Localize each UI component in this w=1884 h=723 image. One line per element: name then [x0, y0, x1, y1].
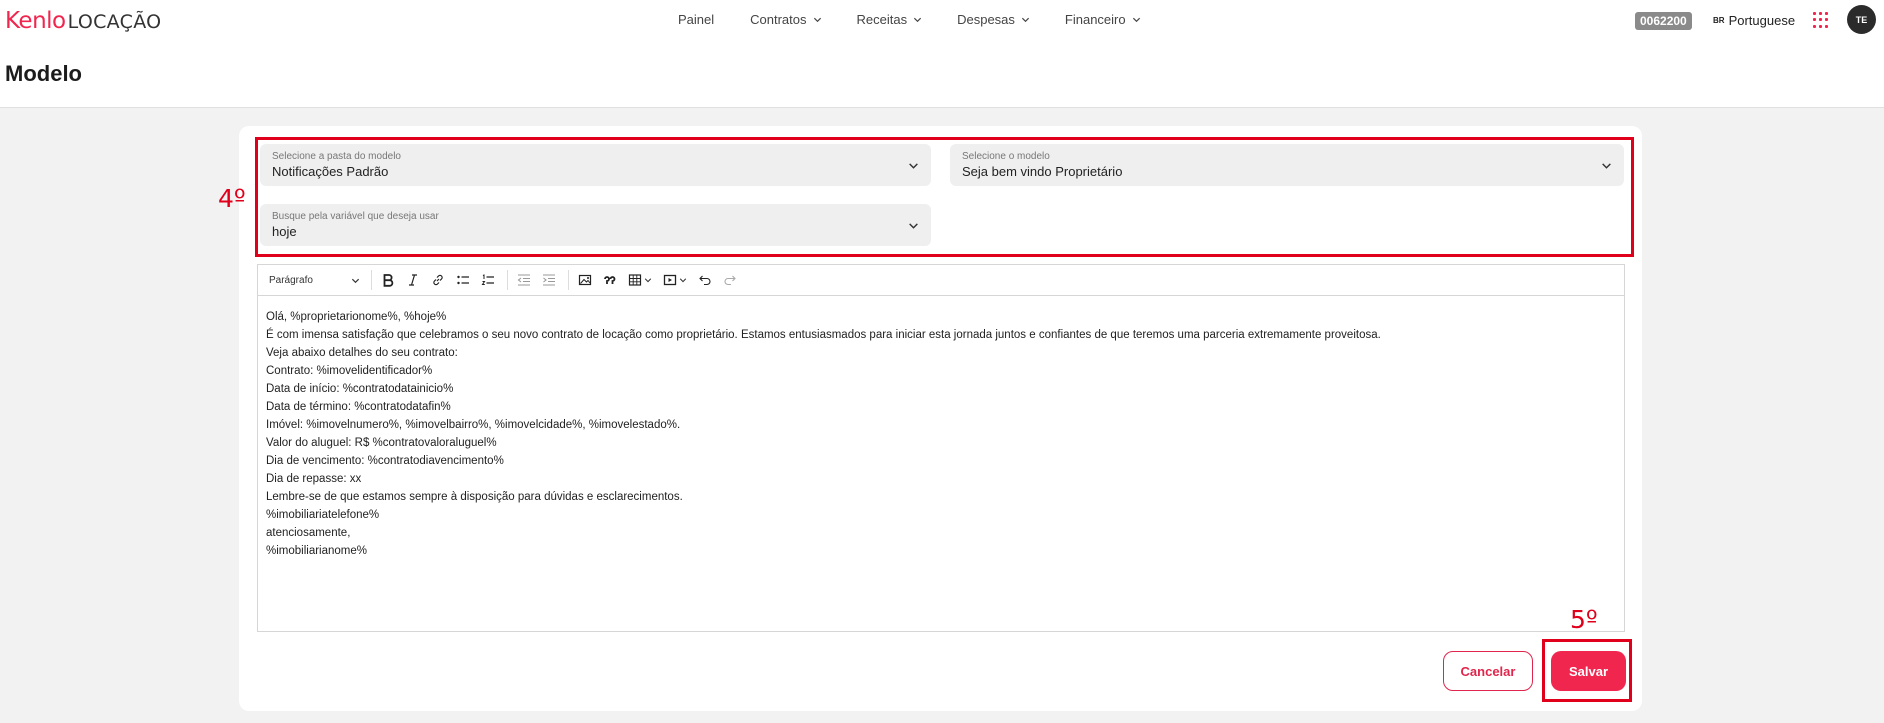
nav-label: Receitas: [856, 12, 908, 27]
folder-select-value: Notificações Padrão: [272, 164, 389, 179]
bold-button[interactable]: [377, 269, 399, 291]
editor-line: Imóvel: %imovelnumero%, %imovelbairro%, …: [266, 419, 681, 431]
flag-icon: BR: [1713, 16, 1725, 25]
folder-select[interactable]: Selecione a pasta do modelo Notificações…: [260, 144, 931, 186]
nav-label: Contratos: [750, 12, 807, 27]
link-button[interactable]: [427, 269, 449, 291]
user-avatar[interactable]: TE: [1847, 5, 1876, 34]
chevron-down-icon: [1132, 17, 1140, 23]
outdent-button[interactable]: [513, 269, 535, 291]
insert-media-button[interactable]: [659, 269, 691, 291]
editor-line: %imobiliariatelefone%: [266, 509, 380, 521]
editor-line: Olá, %proprietarionome%, %hoje%: [266, 311, 447, 323]
editor-line: atenciosamente,: [266, 527, 351, 539]
editor-line: Data de início: %contratodatainicio%: [266, 383, 454, 395]
model-select[interactable]: Selecione o modelo Seja bem vindo Propri…: [950, 144, 1624, 186]
nav-label: Despesas: [957, 12, 1015, 27]
indent-button[interactable]: [538, 269, 560, 291]
toolbar-divider: [568, 270, 569, 290]
account-code-badge[interactable]: 0062200: [1635, 12, 1692, 30]
chevron-down-icon: [914, 17, 922, 23]
variable-search-value: hoje: [272, 224, 297, 239]
variable-search-select[interactable]: Busque pela variável que deseja usar hoj…: [260, 204, 931, 246]
editor-line: %imobiliarianome%: [266, 545, 367, 557]
redo-button[interactable]: [719, 269, 741, 291]
paragraph-format-value: Parágrafo: [269, 274, 313, 286]
editor-line: Dia de vencimento: %contratodiavenciment…: [266, 455, 504, 467]
logo-product: LOCAÇÃO: [67, 11, 162, 33]
chevron-down-icon: [813, 17, 821, 23]
variable-search-label: Busque pela variável que deseja usar: [272, 211, 439, 222]
redo-icon: [724, 275, 736, 286]
nav-despesas[interactable]: Despesas: [957, 12, 1030, 27]
quote-icon: [604, 276, 616, 284]
step-4-annotation: 4º: [218, 184, 246, 213]
insert-image-button[interactable]: [574, 269, 596, 291]
folder-select-label: Selecione a pasta do modelo: [272, 151, 401, 162]
title-bar: Modelo: [0, 42, 1884, 108]
nav-label: Financeiro: [1064, 12, 1126, 27]
editor-line: Lembre-se de que estamos sempre à dispos…: [266, 491, 683, 503]
kenlo-logo[interactable]: Kenlo LOCAÇÃO: [5, 8, 162, 34]
chevron-down-icon: [644, 278, 652, 283]
paragraph-format-select[interactable]: Parágrafo: [266, 269, 366, 291]
apps-grid-icon[interactable]: [1813, 12, 1829, 28]
bulleted-list-icon: [457, 275, 469, 285]
insert-table-button[interactable]: [624, 269, 656, 291]
language-selector[interactable]: BR Portuguese: [1713, 13, 1795, 28]
editor-toolbar: Parágrafo: [258, 265, 1624, 296]
toolbar-divider: [371, 270, 372, 290]
main-nav: Painel Contratos Receitas Despesas Finan…: [678, 12, 1176, 27]
logo-brand: Kenlo: [5, 8, 66, 34]
indent-icon: [543, 274, 555, 286]
table-icon: [628, 274, 642, 286]
outdent-icon: [517, 274, 530, 286]
step-5-annotation: 5º: [1570, 605, 1598, 634]
chevron-down-icon: [1602, 163, 1611, 169]
nav-painel[interactable]: Painel: [678, 12, 714, 27]
bold-icon: [383, 274, 394, 287]
chevron-down-icon: [1021, 17, 1029, 23]
nav-receitas[interactable]: Receitas: [857, 12, 923, 27]
chevron-down-icon: [909, 223, 918, 229]
link-icon: [433, 274, 443, 286]
bulleted-list-button[interactable]: [452, 269, 474, 291]
undo-button[interactable]: [694, 269, 716, 291]
chevron-down-icon: [909, 163, 918, 169]
rich-text-editor: Parágrafo Olá, %proprietarionome%, %hoje…: [257, 264, 1625, 632]
editor-line: Valor do aluguel: R$ %contratovaloralugu…: [266, 437, 497, 449]
editor-line: Data de término: %contratodatafin%: [266, 401, 451, 413]
save-button[interactable]: Salvar: [1551, 651, 1626, 691]
block-quote-button[interactable]: [599, 269, 621, 291]
cancel-button[interactable]: Cancelar: [1443, 651, 1533, 691]
numbered-list-icon: [481, 274, 494, 285]
language-label: Portuguese: [1728, 13, 1796, 28]
image-icon: [578, 274, 592, 286]
nav-label: Painel: [678, 12, 715, 27]
chevron-down-icon: [679, 278, 687, 283]
media-icon: [663, 274, 677, 286]
toolbar-divider: [507, 270, 508, 290]
italic-button[interactable]: [402, 269, 424, 291]
editor-content[interactable]: Olá, %proprietarionome%, %hoje% É com im…: [258, 296, 1624, 572]
top-navbar: Kenlo LOCAÇÃO Painel Contratos Receitas …: [0, 0, 1884, 42]
page-title: Modelo: [5, 61, 82, 86]
numbered-list-button[interactable]: [477, 269, 499, 291]
editor-line: É com imensa satisfação que celebramos o…: [266, 329, 1381, 341]
italic-icon: [409, 274, 417, 286]
nav-contratos[interactable]: Contratos: [750, 12, 821, 27]
editor-line: Contrato: %imovelidentificador%: [266, 365, 433, 377]
editor-line: Dia de repasse: xx: [266, 473, 362, 485]
nav-financeiro[interactable]: Financeiro: [1065, 12, 1141, 27]
undo-icon: [699, 275, 711, 286]
model-select-label: Selecione o modelo: [962, 151, 1050, 162]
editor-line: Veja abaixo detalhes do seu contrato:: [266, 347, 458, 359]
model-select-value: Seja bem vindo Proprietário: [962, 164, 1123, 179]
chevron-down-icon: [351, 278, 360, 284]
